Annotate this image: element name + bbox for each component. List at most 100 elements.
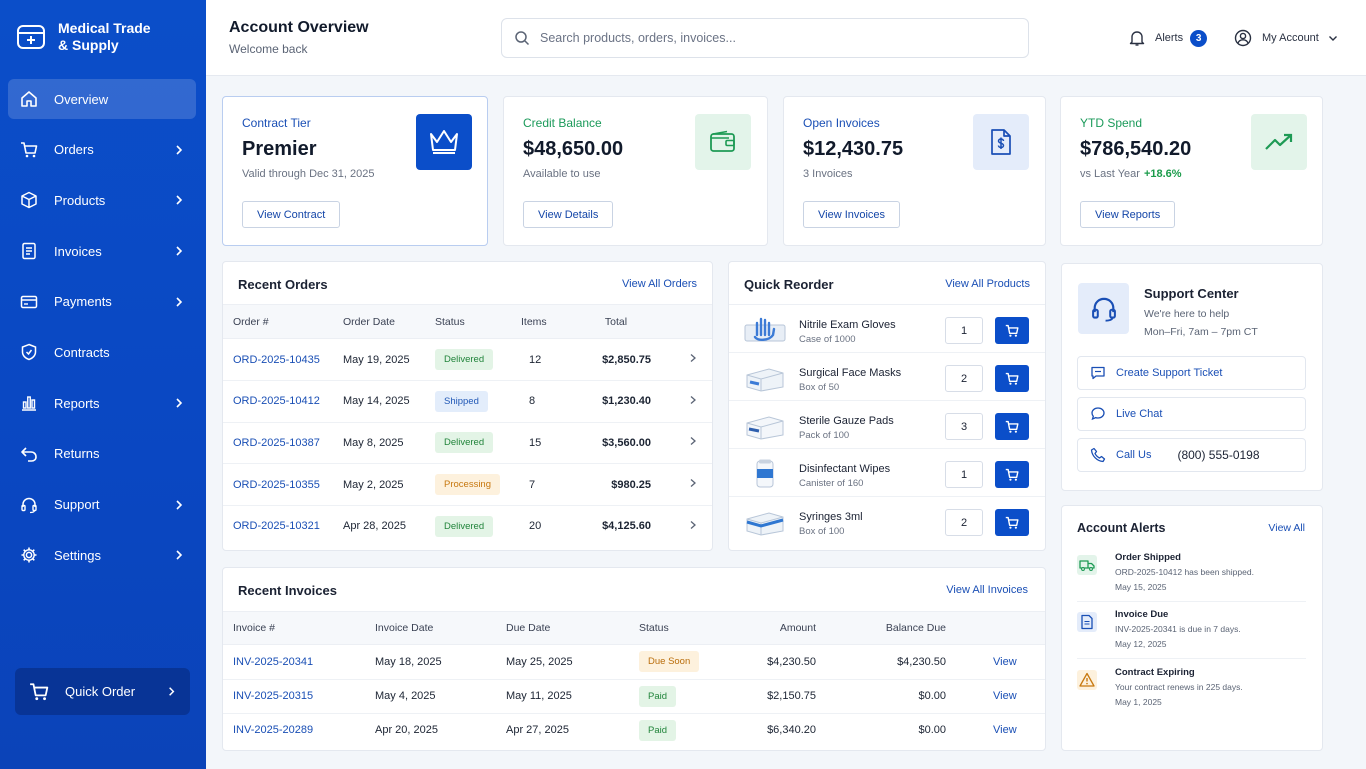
table-row[interactable]: ORD-2025-10387 May 8, 2025 Delivered 15 …: [223, 422, 712, 464]
row-chevron[interactable]: [651, 339, 712, 381]
row-chevron[interactable]: [651, 381, 712, 423]
search-bar[interactable]: [501, 18, 1029, 58]
brand[interactable]: Medical Trade & Supply: [16, 20, 151, 54]
order-id-link[interactable]: ORD-2025-10435: [223, 339, 343, 381]
sidebar-item-overview[interactable]: Overview: [8, 79, 196, 119]
search-input[interactable]: [540, 31, 1000, 45]
open-invoices-card: Open Invoices $12,430.75 3 Invoices View…: [783, 96, 1046, 246]
view-all-alerts-link[interactable]: View All: [1268, 522, 1305, 534]
table-row[interactable]: ORD-2025-10321 Apr 28, 2025 Delivered 20…: [223, 505, 712, 547]
order-id-link[interactable]: ORD-2025-10387: [223, 422, 343, 464]
sidebar-item-reports[interactable]: Reports: [8, 383, 196, 423]
alert-item[interactable]: Order Shipped ORD-2025-10412 has been sh…: [1077, 552, 1308, 602]
credit-balance-card: Credit Balance $48,650.00 Available to u…: [503, 96, 768, 246]
chevron-right-icon: [690, 395, 696, 404]
row-chevron[interactable]: [651, 505, 712, 547]
invoice-amount: $4,230.50: [767, 655, 816, 668]
view-all-products-link[interactable]: View All Products: [945, 278, 1030, 290]
order-status: Shipped: [435, 381, 521, 423]
stat-value: $786,540.20: [1080, 138, 1192, 160]
invoice-id-link[interactable]: INV-2025-20289: [223, 713, 375, 747]
table-row[interactable]: ORD-2025-10412 May 14, 2025 Shipped 8 $1…: [223, 381, 712, 423]
table-row[interactable]: INV-2025-20315 May 4, 2025 May 11, 2025 …: [223, 679, 1045, 713]
recent-invoices-table: Invoice # Invoice Date Due Date Status A…: [223, 611, 1045, 747]
page-subtitle: Welcome back: [229, 42, 308, 56]
status-badge: Delivered: [435, 515, 494, 537]
order-date: May 19, 2025: [343, 353, 410, 366]
view-contract-button[interactable]: View Contract: [242, 201, 341, 228]
product-pack: Case of 1000: [799, 334, 856, 345]
view-invoice-link[interactable]: View: [946, 713, 1045, 747]
order-id-link[interactable]: ORD-2025-10355: [223, 464, 343, 506]
sidebar-item-returns[interactable]: Returns: [8, 434, 196, 474]
alert-item[interactable]: Contract Expiring Your contract renews i…: [1077, 667, 1308, 717]
alerts-button[interactable]: Alerts 3: [1128, 29, 1208, 47]
order-status: Delivered: [435, 505, 521, 547]
view-all-orders-link[interactable]: View All Orders: [622, 278, 697, 290]
chevron-right-icon: [690, 479, 696, 488]
view-reports-button[interactable]: View Reports: [1080, 201, 1176, 228]
view-invoice-link[interactable]: View: [946, 679, 1045, 713]
sidebar-item-products[interactable]: Products: [8, 180, 196, 220]
sidebar-item-invoices[interactable]: Invoices: [8, 231, 196, 271]
add-to-cart-button[interactable]: [995, 365, 1029, 392]
quantity-input[interactable]: [945, 461, 983, 488]
row-chevron[interactable]: [651, 422, 712, 464]
quantity-input[interactable]: [945, 509, 983, 536]
quick-order-button[interactable]: Quick Order: [15, 668, 190, 715]
quantity-input[interactable]: [945, 365, 983, 392]
chevron-down-icon: [1328, 36, 1337, 41]
live-chat-button[interactable]: Live Chat: [1077, 397, 1306, 431]
divider: [1077, 658, 1306, 659]
table-header-row: Invoice # Invoice Date Due Date Status A…: [223, 611, 1045, 645]
sidebar-item-support[interactable]: Support: [8, 485, 196, 525]
sidebar-item-contracts[interactable]: Contracts: [8, 332, 196, 372]
product-name: Surgical Face Masks: [799, 367, 902, 379]
sidebar-item-orders[interactable]: Orders: [8, 130, 196, 170]
account-menu[interactable]: My Account: [1234, 29, 1339, 47]
create-support-ticket-button[interactable]: Create Support Ticket: [1077, 356, 1306, 390]
add-to-cart-button[interactable]: [995, 317, 1029, 344]
search-icon: [515, 31, 530, 46]
sidebar-item-payments[interactable]: Payments: [8, 282, 196, 322]
view-all-invoices-link[interactable]: View All Invoices: [946, 584, 1028, 596]
status-badge: Processing: [435, 474, 500, 496]
add-to-cart-button[interactable]: [995, 461, 1029, 488]
add-to-cart-button[interactable]: [995, 413, 1029, 440]
call-us-button[interactable]: Call Us (800) 555-0198: [1077, 438, 1306, 472]
status-badge: Due Soon: [639, 651, 700, 673]
table-row[interactable]: ORD-2025-10355 May 2, 2025 Processing 7 …: [223, 464, 712, 506]
card-title: Recent Orders: [238, 277, 328, 292]
chevron-right-icon: [176, 398, 183, 408]
view-invoices-button[interactable]: View Invoices: [803, 201, 901, 228]
invoice-id-link[interactable]: INV-2025-20341: [223, 645, 375, 679]
alert-item[interactable]: Invoice Due INV-2025-20341 is due in 7 d…: [1077, 609, 1308, 659]
column-header: Balance Due: [885, 622, 946, 634]
table-row[interactable]: ORD-2025-10435 May 19, 2025 Delivered 12…: [223, 339, 712, 381]
alerts-count-badge: 3: [1190, 29, 1208, 47]
invoice-balance: $0.00: [918, 690, 946, 702]
quantity-input[interactable]: [945, 317, 983, 344]
card-title: Recent Invoices: [238, 583, 337, 598]
order-status: Delivered: [435, 422, 521, 464]
table-row[interactable]: INV-2025-20289 Apr 20, 2025 Apr 27, 2025…: [223, 713, 1045, 747]
order-id-link[interactable]: ORD-2025-10321: [223, 505, 343, 547]
view-invoice-link[interactable]: View: [946, 645, 1045, 679]
sidebar-item-settings[interactable]: Settings: [8, 535, 196, 575]
invoice-balance: $4,230.50: [897, 655, 946, 668]
row-chevron[interactable]: [651, 464, 712, 506]
button-label: Call Us: [1116, 449, 1152, 461]
product-name: Syringes 3ml: [799, 511, 863, 523]
cart-icon: [1005, 516, 1019, 529]
page-title: Account Overview: [229, 19, 369, 36]
account-label: My Account: [1262, 32, 1319, 44]
order-id-link[interactable]: ORD-2025-10412: [223, 381, 343, 423]
table-row[interactable]: INV-2025-20341 May 18, 2025 May 25, 2025…: [223, 645, 1045, 679]
stat-sub-text: vs Last Year: [1080, 168, 1140, 180]
quantity-input[interactable]: [945, 413, 983, 440]
add-to-cart-button[interactable]: [995, 509, 1029, 536]
card-icon: [20, 293, 38, 311]
invoice-id-link[interactable]: INV-2025-20315: [223, 679, 375, 713]
view-details-button[interactable]: View Details: [523, 201, 614, 228]
contract-tier-card: Contract Tier Premier Valid through Dec …: [222, 96, 488, 246]
